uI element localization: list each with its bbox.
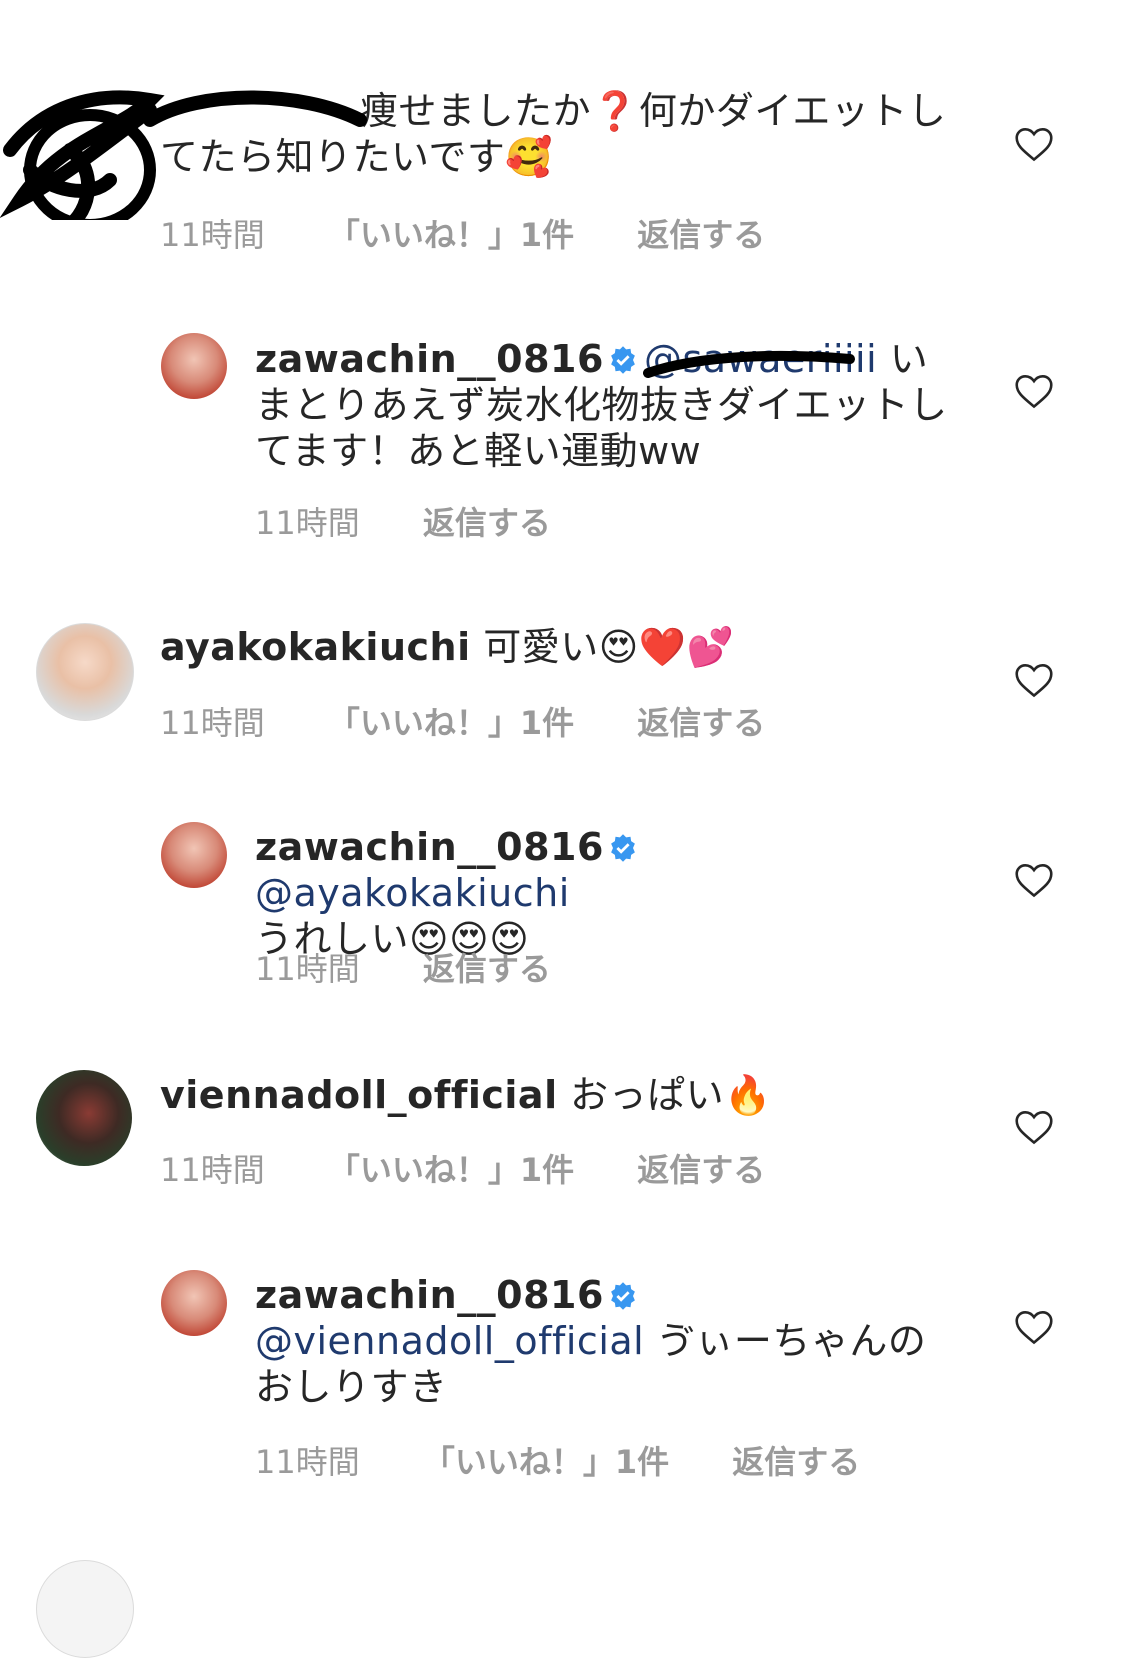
- verified-badge-icon: [611, 834, 635, 862]
- reply-button[interactable]: 返信する: [732, 1437, 860, 1483]
- username[interactable]: zawachin__0816: [255, 337, 604, 381]
- avatar[interactable]: [36, 1070, 132, 1166]
- username[interactable]: viennadoll_official: [160, 1073, 558, 1117]
- comment-meta: 11時間 「いいね！」1件 返信する: [160, 1145, 765, 1191]
- timestamp: 11時間: [160, 704, 265, 742]
- username[interactable]: zawachin__0816: [255, 825, 604, 869]
- timestamp: 11時間: [160, 216, 265, 254]
- likes-count-link[interactable]: 「いいね！」1件: [328, 698, 574, 744]
- verified-badge-icon: [611, 1282, 635, 1310]
- comment-text: viennadoll_official おっぱい🔥: [160, 1072, 960, 1118]
- heart-icon[interactable]: [1013, 861, 1055, 899]
- likes-count-link[interactable]: 「いいね！」1件: [328, 1145, 574, 1191]
- comment-meta: 11時間 返信する: [255, 498, 551, 544]
- comment-meta: 11時間 「いいね！」1件 返信する: [160, 210, 765, 256]
- likes-count-link[interactable]: 「いいね！」1件: [423, 1437, 669, 1483]
- reply-button[interactable]: 返信する: [423, 944, 551, 990]
- reply-button[interactable]: 返信する: [423, 498, 551, 544]
- comment-meta: 11時間 返信する: [255, 944, 551, 990]
- comment-meta: 11時間 「いいね！」1件 返信する: [160, 698, 765, 744]
- comment-text: zawachin__0816@ayakokakiuchi うれしい😍😍😍: [255, 824, 955, 962]
- timestamp: 11時間: [255, 950, 360, 988]
- verified-badge-icon: [611, 346, 635, 374]
- heart-icon[interactable]: [1013, 1108, 1055, 1146]
- username[interactable]: zawachin__0816: [255, 1273, 604, 1317]
- likes-count-link[interactable]: 「いいね！」1件: [328, 210, 574, 256]
- mention-link[interactable]: @ayakokakiuchi: [255, 871, 570, 915]
- comment-text: ayakokakiuchi 可愛い😍❤️💕: [160, 624, 960, 670]
- heart-icon[interactable]: [1013, 1308, 1055, 1346]
- timestamp: 11時間: [255, 1443, 360, 1481]
- timestamp: 11時間: [255, 504, 360, 542]
- username[interactable]: ayakokakiuchi: [160, 625, 471, 669]
- avatar[interactable]: [161, 333, 227, 399]
- heart-icon[interactable]: [1013, 661, 1055, 699]
- reply-button[interactable]: 返信する: [637, 210, 765, 256]
- comment-body: おっぱい🔥: [557, 1073, 772, 1117]
- heart-icon[interactable]: [1013, 372, 1055, 410]
- redaction-stroke: [643, 350, 855, 378]
- redaction-scribble: [0, 90, 367, 220]
- avatar[interactable]: [161, 1270, 227, 1336]
- timestamp: 11時間: [160, 1151, 265, 1189]
- avatar[interactable]: [161, 822, 227, 888]
- avatar[interactable]: [36, 623, 134, 721]
- reply-button[interactable]: 返信する: [637, 1145, 765, 1191]
- avatar[interactable]: [36, 1560, 134, 1658]
- reply-button[interactable]: 返信する: [637, 698, 765, 744]
- comment-text: zawachin__0816 @viennadoll_official ゔぃーちゃ…: [255, 1272, 955, 1410]
- comment-meta: 11時間 「いいね！」1件 返信する: [255, 1437, 860, 1483]
- comment-body: 可愛い😍❤️💕: [470, 625, 735, 669]
- heart-icon[interactable]: [1013, 125, 1055, 163]
- mention-link[interactable]: @viennadoll_official: [255, 1319, 644, 1363]
